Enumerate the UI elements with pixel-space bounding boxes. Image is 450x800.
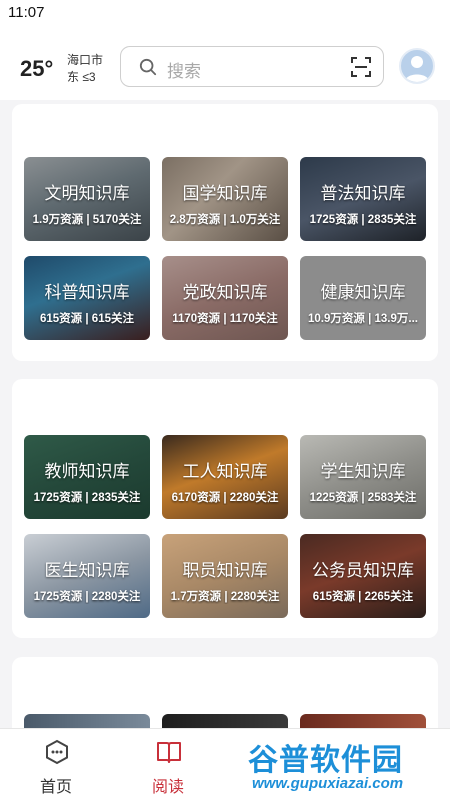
scan-icon[interactable]: [351, 57, 371, 77]
tab-label: 首页: [39, 779, 72, 796]
search-placeholder: 搜索: [167, 62, 201, 81]
tab-reading[interactable]: 阅读: [112, 729, 224, 800]
search-input[interactable]: 搜索: [120, 46, 384, 87]
tile-title: 学生知识库: [320, 462, 406, 481]
status-time: 11:07: [8, 4, 45, 21]
tile-title: 医生知识库: [44, 561, 130, 580]
tile-title: 职员知识库: [182, 561, 268, 580]
knowledge-tile[interactable]: 科普知识库 615资源 | 615关注: [24, 256, 150, 340]
search-icon: [139, 58, 157, 76]
tile-stats: 615资源 | 2265关注: [312, 591, 414, 603]
watermark-url: www.gupuxiazai.com: [252, 775, 404, 792]
weather-city: 海口市: [67, 53, 104, 67]
tile-stats: 1.9万资源 | 5170关注: [32, 214, 142, 226]
knowledge-tile[interactable]: [300, 714, 426, 728]
tile-title: 普法知识库: [320, 184, 406, 203]
knowledge-tile[interactable]: 职员知识库 1.7万资源 | 2280关注: [162, 534, 288, 618]
tile-title: 文明知识库: [44, 184, 130, 203]
avatar[interactable]: [399, 48, 435, 84]
knowledge-tile[interactable]: 国学知识库 2.8万资源 | 1.0万关注: [162, 157, 288, 241]
tile-stats: 1170资源 | 1170关注: [172, 313, 278, 325]
knowledge-tile[interactable]: 医生知识库 1725资源 | 2280关注: [24, 534, 150, 618]
knowledge-tile[interactable]: 学生知识库 1225资源 | 2583关注: [300, 435, 426, 519]
tile-stats: 10.9万资源 | 13.9万...: [308, 313, 418, 325]
tile-title: 健康知识库: [320, 283, 406, 302]
tile-stats: 2.8万资源 | 1.0万关注: [169, 214, 281, 226]
knowledge-tile[interactable]: 文明知识库 1.9万资源 | 5170关注: [24, 157, 150, 241]
weather-temperature: 25°: [20, 56, 54, 81]
watermark-brand: 谷普软件园: [248, 744, 403, 777]
tab-home[interactable]: 首页: [0, 729, 112, 800]
knowledge-tile[interactable]: [24, 714, 150, 728]
knowledge-tile[interactable]: 党政知识库 1170资源 | 1170关注: [162, 256, 288, 340]
watermark-logo: 谷普软件园 www.gupuxiazai.com: [248, 735, 448, 795]
weather-wind: 东 ≤3: [67, 70, 96, 84]
tile-stats: 1725资源 | 2835关注: [33, 492, 141, 504]
knowledge-tile[interactable]: 健康知识库 10.9万资源 | 13.9万...: [300, 256, 426, 340]
tile-title: 教师知识库: [44, 462, 130, 481]
book-icon: [157, 742, 181, 763]
tile-title: 科普知识库: [44, 283, 130, 302]
knowledge-tile[interactable]: 教师知识库 1725资源 | 2835关注: [24, 435, 150, 519]
tile-stats: 615资源 | 615关注: [40, 313, 134, 325]
status-bar: 11:07: [0, 0, 450, 26]
tile-title: 党政知识库: [182, 283, 268, 302]
home-hexagon-icon: [46, 739, 68, 765]
header: 25° 海口市 东 ≤3 搜索: [0, 26, 450, 100]
tile-stats: 1225资源 | 2583关注: [309, 492, 417, 504]
tile-stats: 6170资源 | 2280关注: [171, 492, 279, 504]
tile-stats: 1725资源 | 2280关注: [33, 591, 141, 603]
tab-label: 阅读: [151, 779, 184, 796]
tile-title: 工人知识库: [182, 462, 268, 481]
knowledge-section-1: 文明知识库 1.9万资源 | 5170关注 国学知识库 2.8万资源 | 1.0…: [12, 104, 438, 361]
knowledge-tile[interactable]: 公务员知识库 615资源 | 2265关注: [300, 534, 426, 618]
knowledge-tile[interactable]: 工人知识库 6170资源 | 2280关注: [162, 435, 288, 519]
tile-stats: 1.7万资源 | 2280关注: [170, 591, 280, 603]
knowledge-tile[interactable]: 普法知识库 1725资源 | 2835关注: [300, 157, 426, 241]
knowledge-tile[interactable]: [162, 714, 288, 728]
user-silhouette-icon: [405, 56, 429, 82]
tile-title: 国学知识库: [182, 184, 268, 203]
tile-stats: 1725资源 | 2835关注: [309, 214, 417, 226]
tile-title: 公务员知识库: [312, 561, 414, 580]
knowledge-section-2: 教师知识库 1725资源 | 2835关注 工人知识库 6170资源 | 228…: [12, 379, 438, 638]
